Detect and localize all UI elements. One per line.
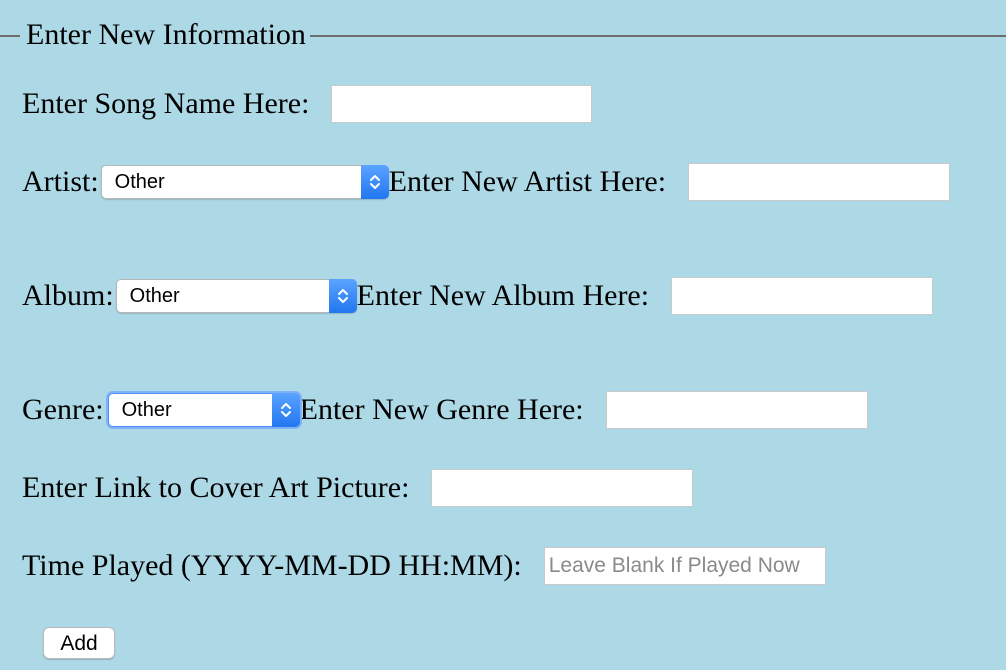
album-row: Album: Other Enter New Album Here: [22, 276, 934, 316]
time-row: Time Played (YYYY-MM-DD HH:MM): [22, 546, 826, 586]
cover-row: Enter Link to Cover Art Picture: [22, 468, 694, 508]
song-name-label: Enter Song Name Here: [22, 87, 310, 120]
genre-row: Genre: Other Enter New Genre Here: [22, 390, 868, 430]
genre-select[interactable]: Other [107, 393, 300, 427]
new-genre-input[interactable] [605, 391, 868, 429]
artist-select-value: Other [114, 170, 165, 193]
chevron-up-down-icon [271, 393, 300, 427]
new-artist-label: Enter New Artist Here: [388, 165, 667, 198]
genre-label: Genre: [22, 393, 104, 426]
new-artist-input[interactable] [688, 163, 951, 201]
fieldset-legend: Enter New Information [20, 16, 310, 54]
song-name-input[interactable] [331, 85, 593, 123]
time-played-label: Time Played (YYYY-MM-DD HH:MM): [22, 549, 522, 582]
new-album-input[interactable] [671, 277, 934, 315]
chevron-up-down-icon [360, 165, 389, 199]
album-label: Album: [22, 279, 114, 312]
cover-art-label: Enter Link to Cover Art Picture: [22, 471, 410, 504]
chevron-up-down-icon [328, 279, 357, 313]
new-genre-label: Enter New Genre Here: [299, 393, 584, 426]
artist-label: Artist: [22, 165, 99, 198]
cover-art-input[interactable] [431, 469, 694, 507]
time-played-input[interactable] [543, 547, 826, 585]
new-album-label: Enter New Album Here: [356, 279, 650, 312]
add-button[interactable]: Add [43, 627, 115, 659]
artist-select[interactable]: Other [100, 165, 389, 199]
album-select-value: Other [129, 284, 180, 307]
song-row: Enter Song Name Here: [22, 84, 593, 124]
artist-row: Artist: Other Enter New Artist Here: [22, 162, 951, 202]
album-select[interactable]: Other [115, 279, 357, 313]
genre-select-value: Other [121, 398, 172, 421]
